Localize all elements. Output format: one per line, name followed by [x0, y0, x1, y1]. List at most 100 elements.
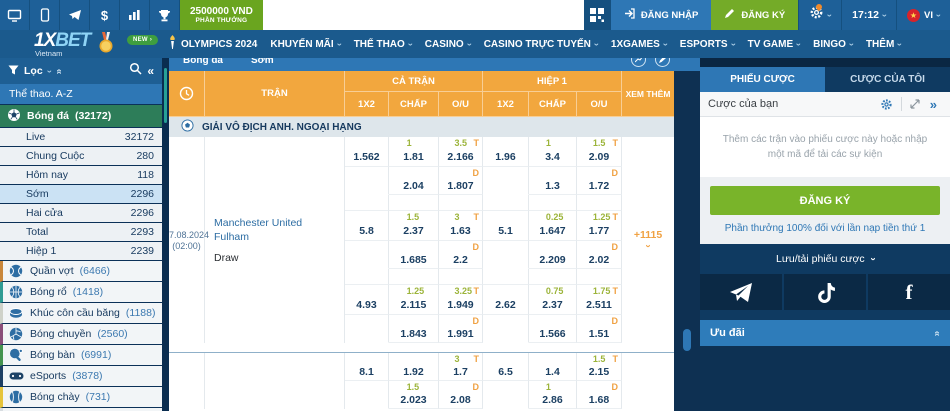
odds-cell[interactable]: D 1.72: [577, 167, 622, 195]
team2-name[interactable]: Fulham: [214, 231, 344, 243]
odds-cell[interactable]: 4.93: [345, 285, 389, 315]
telegram-icon[interactable]: [60, 0, 90, 30]
tiktok-icon[interactable]: [784, 274, 866, 310]
stats-circle-icon[interactable]: [631, 58, 646, 67]
odds-cell[interactable]: 1.4: [529, 353, 577, 381]
odds-cell[interactable]: 2.62: [483, 285, 529, 315]
odds-cell[interactable]: 2.04: [389, 167, 439, 195]
odds-cell[interactable]: 1.25 2.115: [389, 285, 439, 315]
sidebar-item-som[interactable]: Sớm 2296: [0, 185, 162, 204]
bonus-balance-badge[interactable]: 2500000 VND PHẦN THƯỞNG: [180, 0, 263, 30]
odds-cell[interactable]: 1.5 T 2.09: [577, 137, 622, 167]
breadcrumb-item-som[interactable]: Sớm: [251, 58, 274, 71]
sidebar-item-hiep-1[interactable]: Hiệp 1 2239: [0, 242, 162, 261]
odds-cell[interactable]: 8.1: [345, 353, 389, 381]
register-button[interactable]: ĐĂNG KÝ: [711, 0, 799, 30]
brand-logo[interactable]: 1XBET Vietnam NEW ›: [0, 30, 168, 58]
nav-item-them[interactable]: THÊM ›: [866, 39, 905, 50]
sidebar-item-esports[interactable]: eSports (3878): [0, 366, 162, 387]
odds-cell[interactable]: 5.8: [345, 211, 389, 241]
sidebar-item-quan-vot[interactable]: Quần vợt (6466): [0, 261, 162, 282]
sidebar-item-khuc-con-cau-bang[interactable]: Khúc côn cầu băng (1188): [0, 303, 162, 324]
sidebar-item-total[interactable]: Total 2293: [0, 223, 162, 242]
filter-icon[interactable]: [8, 62, 19, 80]
telegram-social-icon[interactable]: [700, 274, 782, 310]
mobile-icon[interactable]: [30, 0, 60, 30]
tab-betslip[interactable]: PHIẾU CƯỢC: [700, 67, 825, 92]
edit-circle-icon[interactable]: [655, 58, 670, 67]
odds-cell[interactable]: 5.1: [483, 211, 529, 241]
nav-item-bingo[interactable]: BINGO ›: [813, 39, 857, 50]
odds-cell[interactable]: D 1.807: [439, 167, 483, 195]
facebook-icon[interactable]: f: [868, 274, 950, 310]
odds-cell[interactable]: 1 1.81: [389, 137, 439, 167]
first-deposit-bonus-text[interactable]: Phần thưởng 100% đối với lần nạp tiền th…: [700, 220, 950, 244]
nav-item-the-thao[interactable]: THỂ THAO ›: [354, 39, 416, 50]
odds-cell[interactable]: 1.562: [345, 137, 389, 167]
desktop-icon[interactable]: [0, 0, 30, 30]
time-display[interactable]: 17:12 ›: [841, 0, 896, 30]
odds-cell[interactable]: 1.92: [389, 353, 439, 381]
sidebar-item-bong-chay[interactable]: Bóng chày (731): [0, 387, 162, 408]
nav-item-casino-truc-tuyen[interactable]: CASINO TRỰC TUYẾN ›: [484, 39, 602, 50]
odds-cell[interactable]: 1.685: [389, 241, 439, 269]
resize-icon[interactable]: [905, 99, 925, 109]
odds-cell[interactable]: D 1.51: [577, 315, 622, 343]
odds-cell[interactable]: 2.209: [529, 241, 577, 269]
trophy-icon[interactable]: [150, 0, 180, 30]
sidebar-item-football[interactable]: Bóng đá (32172): [0, 105, 162, 128]
sidebar-item-hai-cua[interactable]: Hai cửa 2296: [0, 204, 162, 223]
sidebar-scrollbar-thumb[interactable]: [164, 68, 167, 123]
sidebar-item-sports-az[interactable]: Thể thao. A-Z: [0, 84, 162, 105]
collapse-sidebar-icon[interactable]: «: [147, 64, 154, 78]
sidebar-item-hom-nay[interactable]: Hôm nay 118: [0, 166, 162, 185]
odds-cell[interactable]: 1.75 T 2.511: [577, 285, 622, 315]
league-header[interactable]: GIẢI VÔ ĐỊCH ANH. NGOẠI HẠNG: [169, 117, 674, 137]
betslip-settings-gear-icon[interactable]: [875, 98, 898, 111]
odds-cell[interactable]: D 1.991: [439, 315, 483, 343]
odds-cell[interactable]: 1 2.86: [529, 381, 577, 409]
sidebar-item-live[interactable]: Live 32172: [0, 128, 162, 147]
qr-code-icon[interactable]: [583, 0, 611, 30]
sidebar-item-bong-ban[interactable]: Bóng bàn (6991): [0, 345, 162, 366]
collapse-up-icon[interactable]: «: [53, 68, 64, 74]
odds-cell[interactable]: 0.25 1.647: [529, 211, 577, 241]
odds-cell[interactable]: 3.25 T 1.949: [439, 285, 483, 315]
more-markets-button[interactable]: +1115 ›: [622, 137, 674, 343]
odds-cell[interactable]: D 2.2: [439, 241, 483, 269]
promotions-bar[interactable]: Ưu đãi «: [700, 320, 950, 346]
save-load-betslip-link[interactable]: Lưu/tải phiếu cược ›: [700, 244, 950, 274]
main-scrollbar-thumb[interactable]: [683, 329, 691, 351]
stats-icon[interactable]: [120, 0, 150, 30]
odds-cell[interactable]: 1 3.4: [529, 137, 577, 167]
odds-cell[interactable]: D 2.08: [439, 381, 483, 409]
language-selector[interactable]: ★ VI ›: [896, 0, 950, 30]
nav-item-olympics-2024[interactable]: OLYMPICS 2024: [168, 35, 257, 53]
column-header-see-more[interactable]: XEM THÊM: [622, 71, 674, 117]
sidebar-item-chung-cuoc[interactable]: Chung Cuộc 280: [0, 147, 162, 166]
odds-cell[interactable]: 1.843: [389, 315, 439, 343]
login-button[interactable]: ĐĂNG NHẬP: [610, 0, 712, 30]
sidebar-item-bong-ro[interactable]: Bóng rổ (1418): [0, 282, 162, 303]
nav-item-esports[interactable]: ESPORTS ›: [680, 39, 739, 50]
sidebar-item-bong-chuyen[interactable]: Bóng chuyền (2560): [0, 324, 162, 345]
dollar-icon[interactable]: $: [90, 0, 120, 30]
settings-button[interactable]: ›: [798, 0, 841, 30]
betslip-register-button[interactable]: ĐĂNG KÝ: [710, 186, 940, 215]
odds-cell[interactable]: 1.5 T 2.15: [577, 353, 622, 381]
team1-name[interactable]: Manchester United: [214, 217, 344, 229]
odds-cell[interactable]: 0.75 2.37: [529, 285, 577, 315]
filter-label[interactable]: Lọc: [24, 65, 43, 77]
nav-item-khuyen-mai[interactable]: KHUYẾN MÃI ›: [270, 39, 344, 50]
odds-cell[interactable]: 3 T 1.63: [439, 211, 483, 241]
odds-cell[interactable]: D 2.02: [577, 241, 622, 269]
odds-cell[interactable]: 1.566: [529, 315, 577, 343]
odds-cell[interactable]: 3 T 1.7: [439, 353, 483, 381]
odds-cell[interactable]: 1.5 2.023: [389, 381, 439, 409]
tab-my-bets[interactable]: CƯỢC CỦA TÔI: [825, 67, 950, 92]
odds-cell[interactable]: 1.5 2.37: [389, 211, 439, 241]
odds-cell[interactable]: 1.3: [529, 167, 577, 195]
nav-item-casino[interactable]: CASINO ›: [425, 39, 475, 50]
odds-cell[interactable]: 1.25 T 1.77: [577, 211, 622, 241]
odds-cell[interactable]: 3.5 T 2.166: [439, 137, 483, 167]
